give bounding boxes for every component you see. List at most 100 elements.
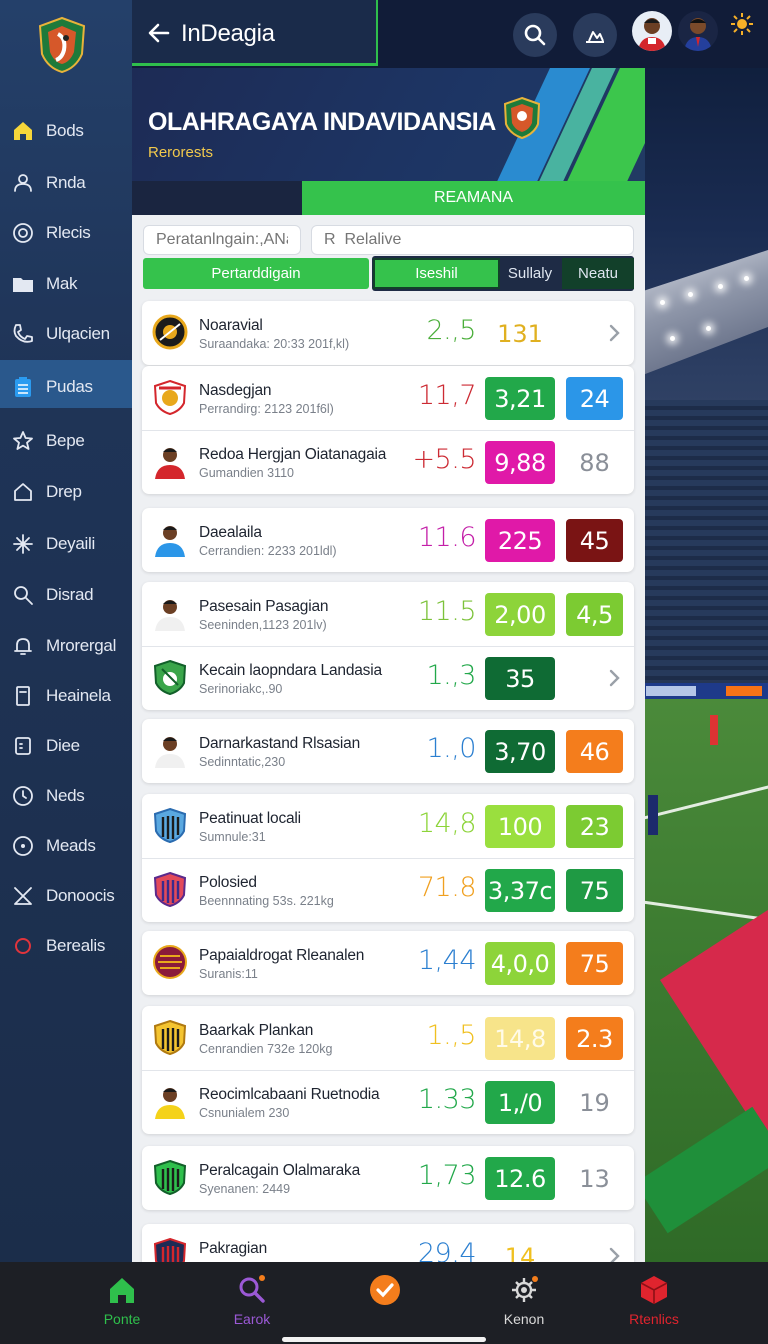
sidebar-item-diee[interactable]: Diee [0,726,132,766]
bottom-nav-earok[interactable]: Earok [192,1262,312,1344]
odds-box: 14 [504,1242,536,1263]
sidebar-item-donoocis[interactable]: Donoocis [0,876,132,916]
table-row[interactable]: Reocimlcabaani Ruetnodia Csnunialem 230 1.… [142,1070,634,1134]
avatar-secondary[interactable] [678,11,718,51]
stat-box[interactable]: 46 [566,730,623,773]
odds-box[interactable]: 3,21 [485,377,555,420]
odds-box[interactable]: 225 [485,519,555,562]
sidebar-item-deyaili[interactable]: Deyaili [0,524,132,564]
team-name: Daealaila [199,524,262,541]
sidebar-item-ulqacien[interactable]: Ulqacien [0,314,132,354]
chevron-right-icon[interactable] [604,668,624,688]
search-button[interactable] [513,13,557,57]
odds-box[interactable]: 3,37c [485,869,555,912]
table-row[interactable]: Kecain laopndara Landasia Serinoriakc,.90… [142,646,634,710]
check-circle-icon [370,1275,400,1305]
table-row[interactable]: Peatinuat locali Sumnule:31 14,8 100 23 [142,794,634,858]
sidebar-item-berealis[interactable]: Berealis [0,926,132,966]
sun-icon[interactable] [730,12,754,36]
segment-pertarddigain[interactable]: Pertarddigain [143,258,369,289]
odds-box[interactable]: 4,0,0 [485,942,555,985]
bottom-nav-rtenlics[interactable]: Rtenlics [594,1262,714,1344]
tab-reamana[interactable]: REAMANA [302,181,645,215]
sidebar-item-rlecis[interactable]: Rlecis [0,213,132,253]
odds-box[interactable]: 12.6 [485,1157,555,1200]
app-title: InDeagia [181,20,275,47]
table-row[interactable]: Polosied Beennnating 53s. 221kg 71.8 3,37c 7… [142,858,634,922]
sidebar-item-neds[interactable]: Neds [0,776,132,816]
stat-box[interactable]: 4,5 [566,593,623,636]
table-row[interactable]: Pasesain Pasagian Seeninden,1123 201lv) 11… [142,582,634,646]
odds-box[interactable]: 3,70 [485,730,555,773]
odds-box[interactable]: 2,00 [485,593,555,636]
relative-input[interactable] [311,225,634,255]
sidebar-item-bepe[interactable]: Bepe [0,421,132,461]
stat-box[interactable]: 75 [566,942,623,985]
player-white-icon [152,732,188,768]
sidebar-item-meads[interactable]: Meads [0,826,132,866]
team-name: Redoa Hergjan Oiatanagaia [199,446,387,463]
stat-box[interactable]: 75 [566,869,623,912]
bottom-nav-check[interactable] [325,1262,445,1344]
segment-sullaly[interactable]: Sullaly [500,258,560,289]
sidebar-item-label: Meads [46,836,96,855]
match-card: Darnarkastand Rlsasian Sedinntatic,230 1.,… [142,719,634,783]
sidebar-item-heainela[interactable]: Heainela [0,676,132,716]
sparkle-icon [13,534,33,554]
odds-box[interactable]: 35 [485,657,555,700]
sidebar-item-mrorergal[interactable]: Mrorergal [0,626,132,666]
team-name: Kecain laopndara Landasia [199,662,382,679]
sidebar-item-disrad[interactable]: Disrad [0,575,132,615]
sidebar-item-mak[interactable]: Mak [0,264,132,304]
table-row[interactable]: Nasdegjan Perrandirg: 2123 201f6l) 11,7 3,2… [142,366,634,430]
team-meta: Sedinntatic,230 [199,755,286,769]
stadium-background [640,0,768,1262]
table-row[interactable]: Daealaila Cerrandien: 2233 201ldl) 11.6 225… [142,508,634,572]
sidebar-item-label: Pudas [46,377,93,396]
player-red-icon [152,443,188,479]
odds-box[interactable]: 9,88 [485,441,555,484]
table-row[interactable]: Darnarkastand Rlsasian Sedinntatic,230 1.,… [142,719,634,783]
chevron-right-icon[interactable] [604,323,624,343]
sidebar-item-label: Drep [46,482,82,501]
back-arrow-icon[interactable] [146,20,172,46]
sidebar-item-pudas[interactable]: Pudas [0,367,132,407]
bottom-nav-ponte[interactable]: Ponte [62,1262,182,1344]
bottom-nav-kenon[interactable]: Kenon [464,1262,584,1344]
match-card: Nasdegjan Perrandirg: 2123 201f6l) 11,7 3,2… [142,366,634,494]
team-meta: Suraandaka: 20:33 201f,kl) [199,337,350,351]
crest-maroon-round-icon [153,945,187,979]
sidebar-item-rnda[interactable]: Rnda [0,163,132,203]
stat-box[interactable]: 2.3 [566,1017,623,1060]
stat-box[interactable]: 23 [566,805,623,848]
table-row[interactable]: Baarkak Plankan Cenrandien 732e 120kg 1.,5… [142,1006,634,1070]
stat-box[interactable]: 45 [566,519,623,562]
avatar[interactable] [632,11,672,51]
odds-box[interactable]: 100 [485,805,555,848]
odds-box[interactable]: 14,8 [485,1017,555,1060]
chevron-right-icon[interactable] [604,1246,624,1262]
table-row[interactable]: Papaialdrogat Rleanalen Suranis:11 1,44 4,0… [142,931,634,995]
table-row[interactable]: Redoa Hergjan Oiatanagaia Gumandien 3110 +… [142,430,634,494]
segment-iseshil[interactable]: Iseshil [373,258,500,289]
sidebar-item-label: Heainela [46,686,111,705]
primary-value: 1,73 [417,1160,477,1191]
search-icon [239,1275,265,1303]
crest-black-gold-icon [152,314,188,350]
record-icon [13,836,33,856]
segment-neatu[interactable]: Neatu [562,258,634,289]
stat-box[interactable]: 24 [566,377,623,420]
primary-value: 11,7 [417,380,477,411]
sidebar-item-bods[interactable]: Bods [0,111,132,151]
search-input[interactable] [143,225,301,255]
odds-box[interactable]: 1,/0 [485,1081,555,1124]
bottom-nav-label: Ponte [103,1311,141,1327]
league-crest-icon [503,96,541,140]
team-meta: Seeninden,1123 201lv) [199,618,327,632]
table-row[interactable]: Pakragian 29.4 14 [142,1224,634,1262]
stats-button[interactable] [573,13,617,57]
table-row[interactable]: Peralcagain Olalmaraka Syenanen: 2449 1,73… [142,1146,634,1210]
main-panel: OLAHRAGAYA INDAVIDANSIA Rerorests REAMAN… [132,68,645,1262]
table-row[interactable]: Noaravial Suraandaka: 20:33 201f,kl) 2.,5 1… [142,301,634,365]
sidebar-item-drep[interactable]: Drep [0,472,132,512]
